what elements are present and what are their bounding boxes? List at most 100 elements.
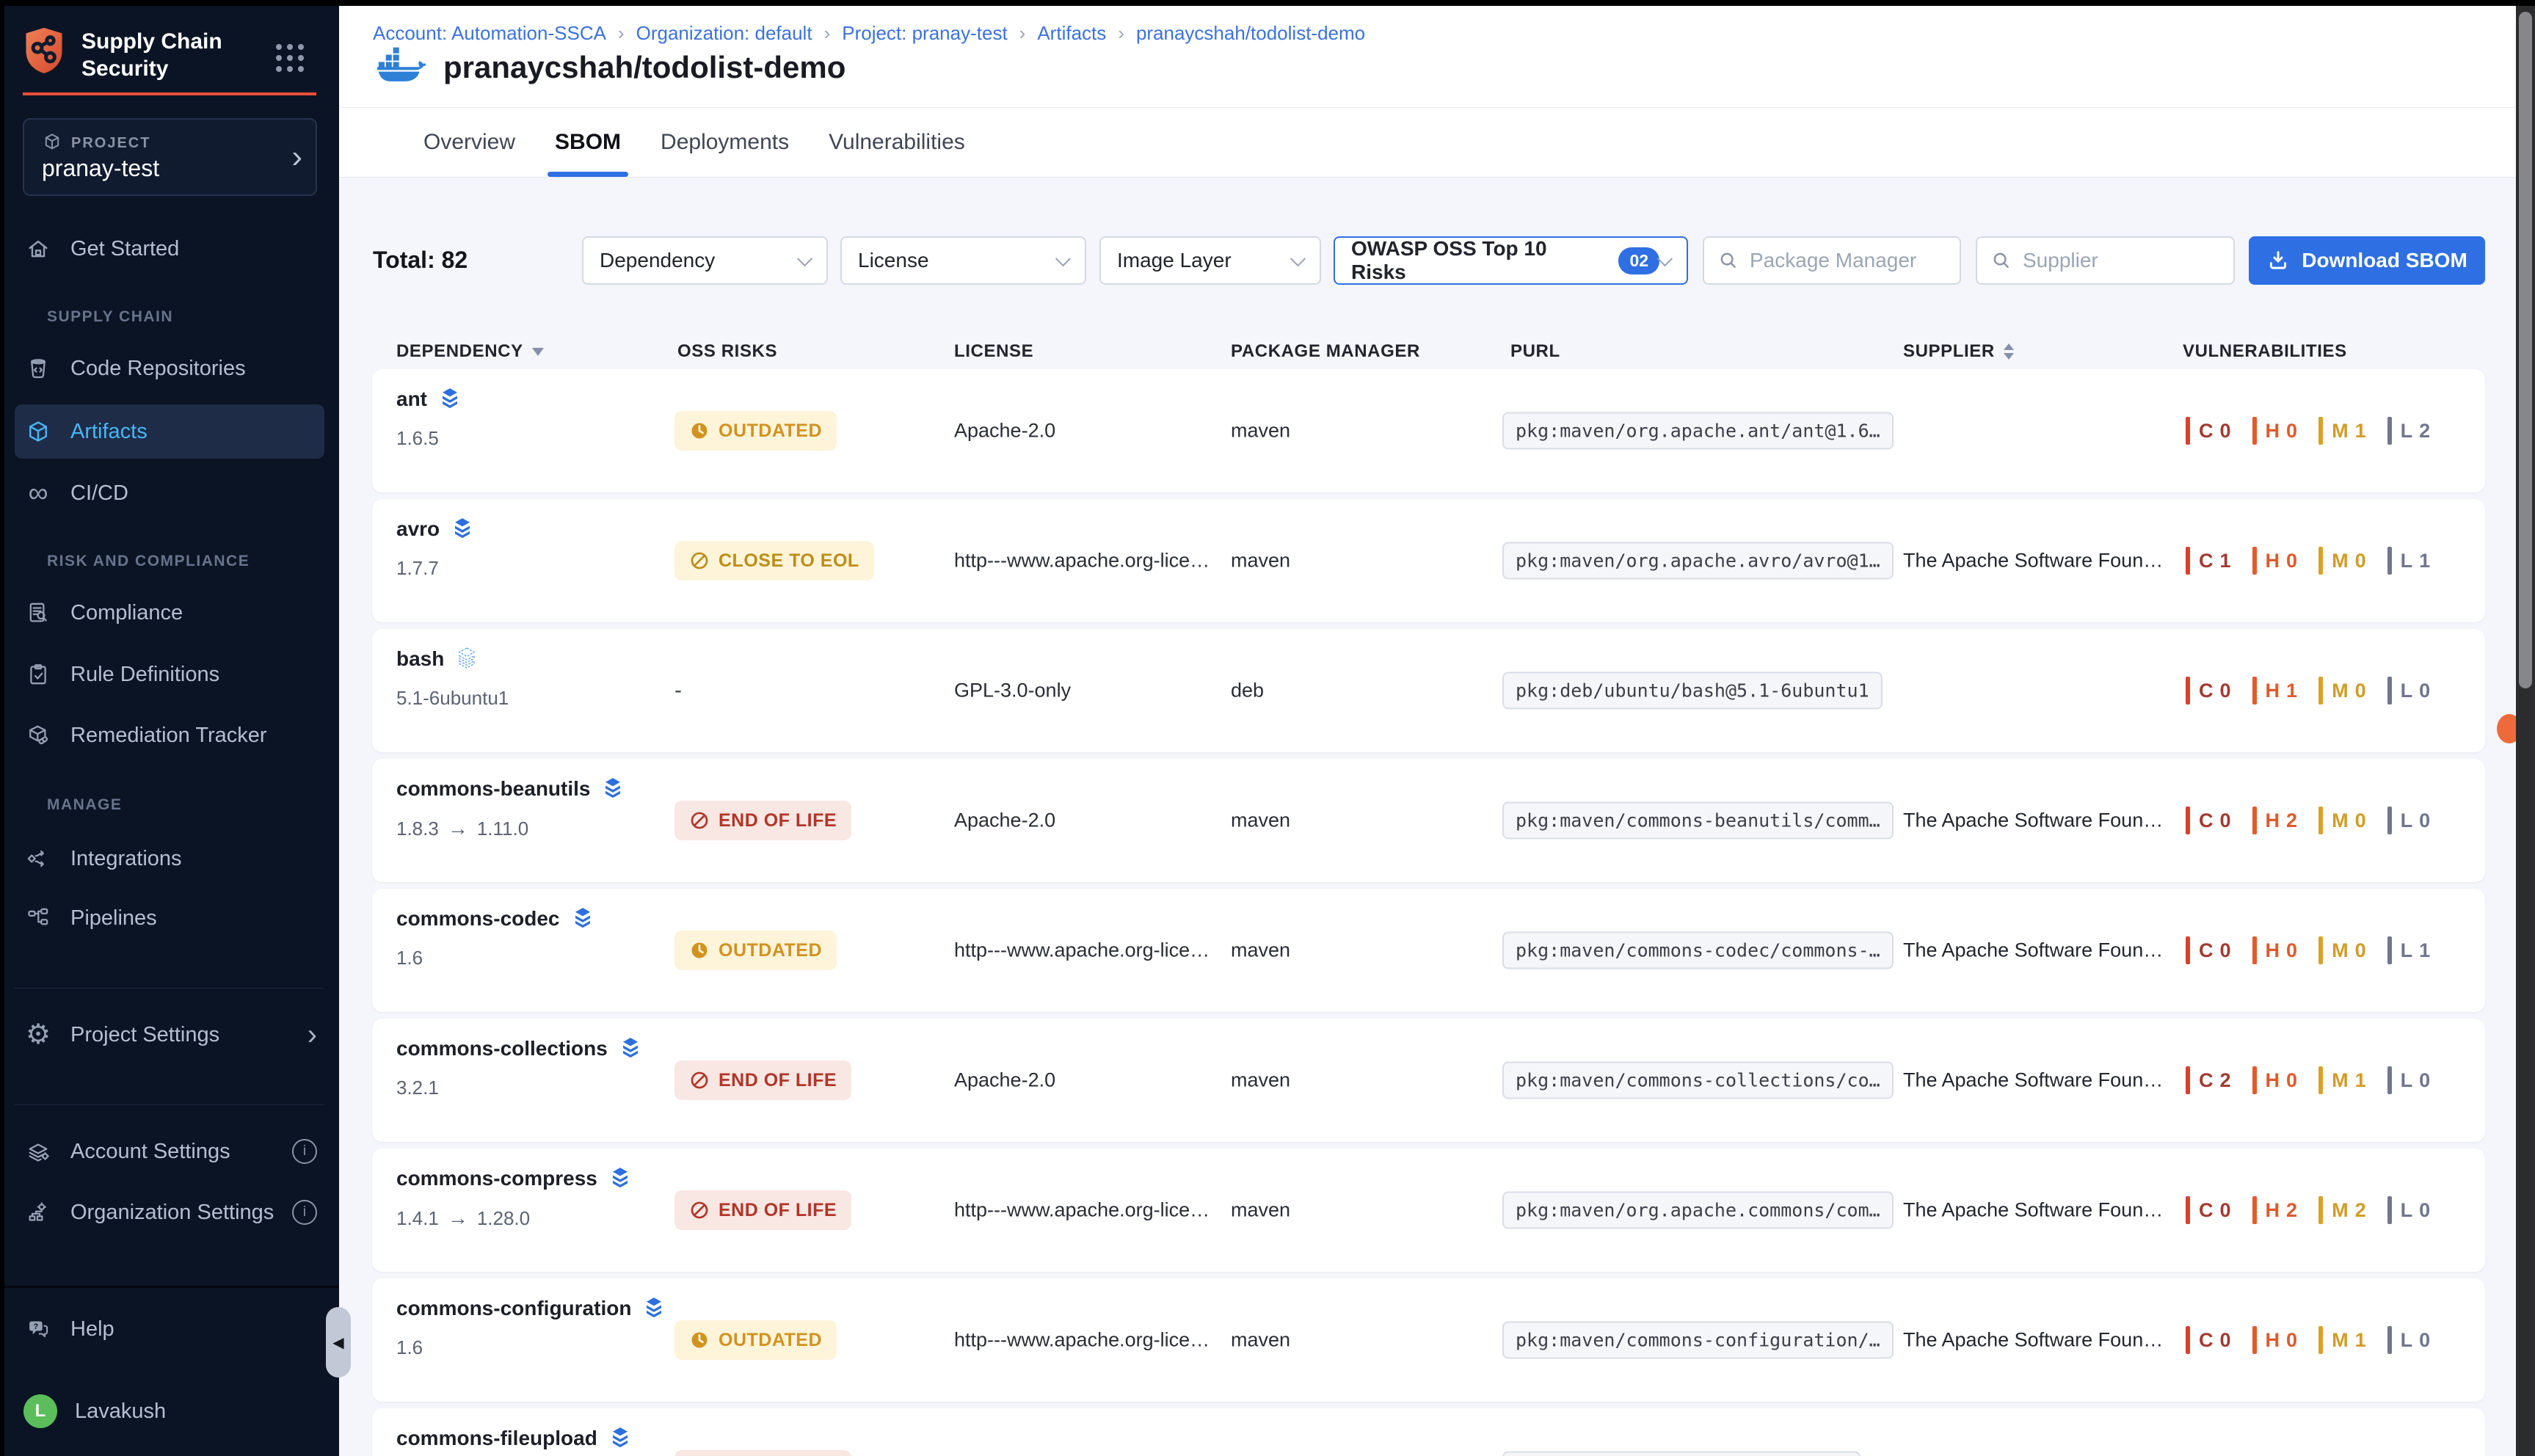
- breadcrumb-organization[interactable]: Organization: default: [636, 22, 812, 45]
- sidebar-item-cicd[interactable]: ∞ CI/CD: [23, 470, 317, 517]
- purl-value[interactable]: pkg:maven/commons-collections/co…: [1502, 1062, 1894, 1099]
- sidebar-item-compliance[interactable]: Compliance: [23, 589, 317, 636]
- column-package-manager: PACKAGE MANAGER: [1231, 341, 1420, 362]
- table-row[interactable]: bash5.1-6ubuntu1-GPL-3.0-onlydebpkg:deb/…: [372, 629, 2485, 752]
- dependency-version: 1.4.1 → 1.28.0: [396, 1206, 631, 1230]
- page-scrollbar[interactable]: [2516, 6, 2535, 1456]
- dependency-name[interactable]: avro: [396, 517, 440, 541]
- vulnerabilities-cell: C0H0M1L0: [2186, 1326, 2451, 1354]
- severity-high: H0: [2252, 1326, 2299, 1354]
- table-row[interactable]: commons-compress1.4.1 → 1.28.0END OF LIF…: [372, 1149, 2485, 1272]
- sidebar-item-label: Code Repositories: [70, 357, 246, 381]
- purl-value[interactable]: pkg:deb/ubuntu/bash@5.1-6ubuntu1: [1502, 672, 1883, 710]
- layers-icon: [643, 1296, 665, 1320]
- dependency-name[interactable]: commons-compress: [396, 1167, 597, 1190]
- project-selector[interactable]: PROJECT pranay-test ›: [23, 118, 317, 196]
- dependency-name[interactable]: commons-collections: [396, 1037, 608, 1060]
- tab-overview[interactable]: Overview: [423, 108, 515, 177]
- sidebar-item-get-started[interactable]: Get Started: [23, 225, 317, 272]
- dependency-name[interactable]: commons-fileupload: [396, 1427, 597, 1450]
- sidebar-item-code-repositories[interactable]: Code Repositories: [23, 345, 317, 392]
- tab-vulnerabilities[interactable]: Vulnerabilities: [829, 108, 965, 177]
- severity-high: H0: [2252, 547, 2299, 575]
- purl-value[interactable]: pkg:maven/org.apache.ant/ant@1.6…: [1502, 412, 1894, 450]
- severity-low: L0: [2387, 1326, 2432, 1354]
- purl-value[interactable]: pkg:maven/org.apache.avro/avro@1…: [1502, 542, 1894, 580]
- severity-medium: M1: [2318, 1326, 2367, 1354]
- sidebar-item-artifacts[interactable]: Artifacts: [15, 404, 324, 459]
- info-icon[interactable]: i: [292, 1139, 317, 1164]
- search-icon: [1990, 250, 2012, 272]
- svg-text:?: ?: [33, 1322, 38, 1331]
- table-row[interactable]: commons-beanutils1.8.3 → 1.11.0END OF LI…: [372, 759, 2485, 882]
- column-dependency[interactable]: DEPENDENCY: [396, 341, 544, 362]
- sidebar-item-help[interactable]: ? Help: [23, 1306, 317, 1353]
- sidebar-item-integrations[interactable]: Integrations: [23, 835, 317, 882]
- sidebar-collapse-button[interactable]: ◀: [326, 1307, 351, 1377]
- owasp-risks-filter-dropdown[interactable]: OWASP OSS Top 10 Risks 02: [1334, 236, 1688, 285]
- table-row[interactable]: commons-collections3.2.1END OF LIFEApach…: [372, 1019, 2485, 1142]
- breadcrumb-artifact-name[interactable]: pranaycshah/todolist-demo: [1136, 22, 1365, 45]
- table-row[interactable]: ant1.6.5OUTDATEDApache-2.0mavenpkg:maven…: [372, 369, 2485, 492]
- oss-risk-empty: -: [674, 678, 682, 702]
- severity-low: L2: [2387, 417, 2432, 445]
- sidebar-item-organization-settings[interactable]: Organization Settings i: [23, 1189, 317, 1236]
- dependency-name[interactable]: bash: [396, 647, 444, 671]
- sidebar-item-account-settings[interactable]: Account Settings i: [23, 1128, 317, 1175]
- table-row[interactable]: commons-fileuploadEND OF LIFEApache-2.0m…: [372, 1408, 2485, 1456]
- download-sbom-button[interactable]: Download SBOM: [2249, 236, 2485, 285]
- tab-deployments[interactable]: Deployments: [661, 108, 789, 177]
- breadcrumb-project[interactable]: Project: pranay-test: [842, 22, 1007, 45]
- purl-value[interactable]: pkg:maven/commons-codec/commons-…: [1502, 932, 1894, 969]
- table-row[interactable]: commons-configuration1.6OUTDATEDhttp---w…: [372, 1278, 2485, 1402]
- layers-icon: [572, 906, 594, 931]
- dependency-filter-dropdown[interactable]: Dependency: [582, 236, 828, 285]
- breadcrumb-artifacts[interactable]: Artifacts: [1037, 22, 1106, 45]
- integrations-icon: [23, 846, 53, 871]
- sidebar-item-project-settings[interactable]: ⚙ Project Settings ›: [23, 1011, 317, 1058]
- purl-value[interactable]: pkg:maven/commons-configuration/…: [1502, 1322, 1894, 1359]
- collapse-arrow-icon: ◀: [332, 1333, 343, 1352]
- supplier-search-input[interactable]: [1977, 238, 2233, 283]
- license-cell: GPL-3.0-only: [954, 680, 1071, 702]
- dependency-name[interactable]: commons-codec: [396, 907, 560, 931]
- table-row[interactable]: commons-codec1.6OUTDATEDhttp---www.apach…: [372, 889, 2485, 1012]
- purl-value[interactable]: pkg:maven/org.apache.commons/com…: [1502, 1192, 1894, 1229]
- supplier-cell: The Apache Software Foun…: [1903, 1069, 2163, 1092]
- chevron-right-icon: ›: [291, 141, 302, 173]
- dependency-cell: commons-collections3.2.1: [396, 1036, 641, 1099]
- breadcrumb-account[interactable]: Account: Automation-SSCA: [373, 22, 606, 45]
- severity-low: L0: [2387, 1066, 2432, 1094]
- app-logo: Supply Chain Security: [23, 26, 222, 82]
- sidebar-item-label: Project Settings: [70, 1023, 219, 1047]
- severity-low: L0: [2387, 677, 2432, 705]
- dependency-cell: commons-beanutils1.8.3 → 1.11.0: [396, 776, 624, 840]
- sidebar-item-rule-definitions[interactable]: Rule Definitions: [23, 651, 317, 698]
- table-row[interactable]: avro1.7.7CLOSE TO EOLhttp---www.apache.o…: [372, 499, 2485, 622]
- sidebar-item-remediation-tracker[interactable]: Remediation Tracker: [23, 712, 317, 759]
- scrollbar-thumb[interactable]: [2519, 12, 2532, 688]
- home-icon: [23, 236, 53, 261]
- apps-grid-icon[interactable]: [276, 44, 304, 72]
- dependency-name[interactable]: commons-beanutils: [396, 777, 590, 801]
- package-manager-search-input[interactable]: [1704, 238, 1960, 283]
- info-icon[interactable]: i: [292, 1200, 317, 1225]
- purl-value[interactable]: pkg:maven/commons-fileupload/…: [1502, 1452, 1861, 1456]
- sbom-content: Total: 82 Dependency License Image Layer…: [339, 178, 2535, 1456]
- column-supplier[interactable]: SUPPLIER: [1903, 341, 2014, 362]
- package-manager-search: [1703, 236, 1961, 285]
- column-license: LICENSE: [954, 341, 1033, 362]
- oss-risk-badge: CLOSE TO EOL: [674, 541, 874, 580]
- dependency-name[interactable]: commons-configuration: [396, 1297, 631, 1320]
- license-cell: http---www.apache.org-lice…: [954, 1199, 1210, 1222]
- org-gear-icon: [23, 1200, 53, 1225]
- image-layer-filter-dropdown[interactable]: Image Layer: [1099, 236, 1321, 285]
- supplier-cell: The Apache Software Foun…: [1903, 550, 2163, 572]
- sidebar-item-pipelines[interactable]: Pipelines: [23, 895, 317, 942]
- sidebar-item-user[interactable]: L Lavakush: [23, 1388, 317, 1435]
- purl-value[interactable]: pkg:maven/commons-beanutils/comm…: [1502, 802, 1894, 840]
- dependency-name[interactable]: ant: [396, 387, 427, 411]
- tab-sbom[interactable]: SBOM: [555, 108, 621, 177]
- layers-icon: [456, 647, 478, 671]
- license-filter-dropdown[interactable]: License: [840, 236, 1086, 285]
